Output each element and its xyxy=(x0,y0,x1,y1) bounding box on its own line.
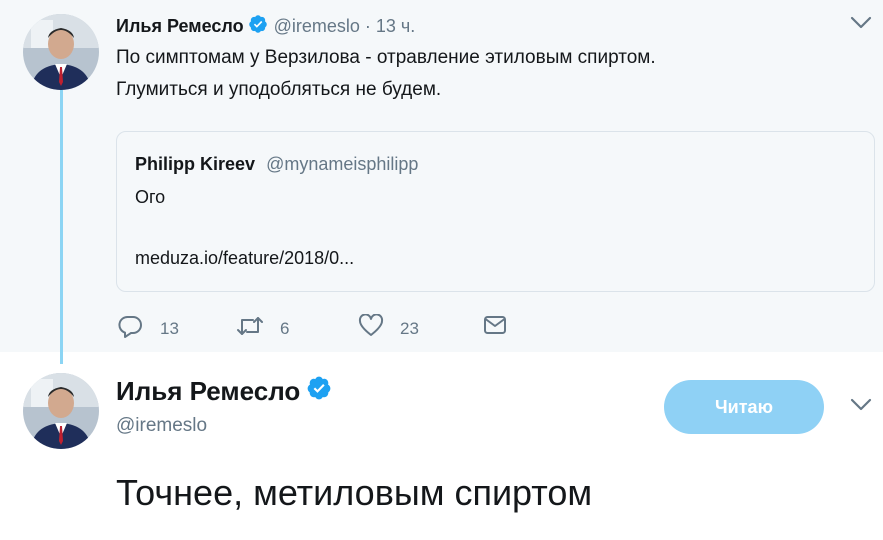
quoted-tweet[interactable]: Philipp Kireev @mynameisphilipp Ого medu… xyxy=(116,131,875,292)
quoted-author-name: Philipp Kireev xyxy=(135,154,256,174)
author-name[interactable]: Илья Ремесло xyxy=(116,16,244,37)
quoted-tweet-link[interactable]: meduza.io/feature/2018/0... xyxy=(135,248,354,269)
like-button[interactable]: 23 xyxy=(358,313,419,343)
quoted-tweet-header: Philipp Kireev @mynameisphilipp xyxy=(135,154,418,175)
author-handle[interactable]: @iremeslo xyxy=(116,415,207,437)
direct-message-button[interactable] xyxy=(482,314,508,341)
chevron-down-icon[interactable] xyxy=(850,398,872,417)
separator-dot: · xyxy=(364,16,371,36)
like-count: 23 xyxy=(400,318,419,338)
reply-count: 13 xyxy=(160,318,179,338)
retweet-button[interactable]: 6 xyxy=(236,314,289,343)
main-author-name-row: Илья Ремесло xyxy=(116,375,332,408)
reply-button[interactable]: 13 xyxy=(118,314,179,343)
tweet-text-line: Глумиться и уподобляться не будем. xyxy=(116,79,442,100)
like-icon xyxy=(358,313,384,343)
retweet-icon xyxy=(236,314,264,343)
tweet-text-line: По симптомам у Верзилова - отравление эт… xyxy=(116,47,656,68)
verified-badge-icon xyxy=(306,375,332,408)
main-tweet-text: Точнее, метиловым спиртом xyxy=(116,472,593,513)
verified-badge-icon xyxy=(248,14,268,39)
avatar[interactable] xyxy=(23,14,99,90)
chevron-down-icon[interactable] xyxy=(850,16,872,35)
retweet-count: 6 xyxy=(280,318,290,338)
direct-message-icon xyxy=(482,314,508,341)
reply-icon xyxy=(118,314,144,343)
parent-tweet-header: Илья Ремесло @iremeslo · 13 ч. xyxy=(116,14,415,39)
thread-connector-line xyxy=(60,88,63,364)
avatar[interactable] xyxy=(23,373,99,449)
author-handle[interactable]: @iremeslo xyxy=(274,16,360,37)
parent-tweet-text: По симптомам у Верзилова - отравление эт… xyxy=(116,42,856,106)
quoted-author-handle: @mynameisphilipp xyxy=(266,154,419,174)
follow-button[interactable]: Читаю xyxy=(664,380,824,434)
tweet-timestamp[interactable]: 13 ч. xyxy=(376,16,415,37)
quoted-tweet-text: Ого xyxy=(135,187,166,207)
author-name[interactable]: Илья Ремесло xyxy=(116,376,300,407)
